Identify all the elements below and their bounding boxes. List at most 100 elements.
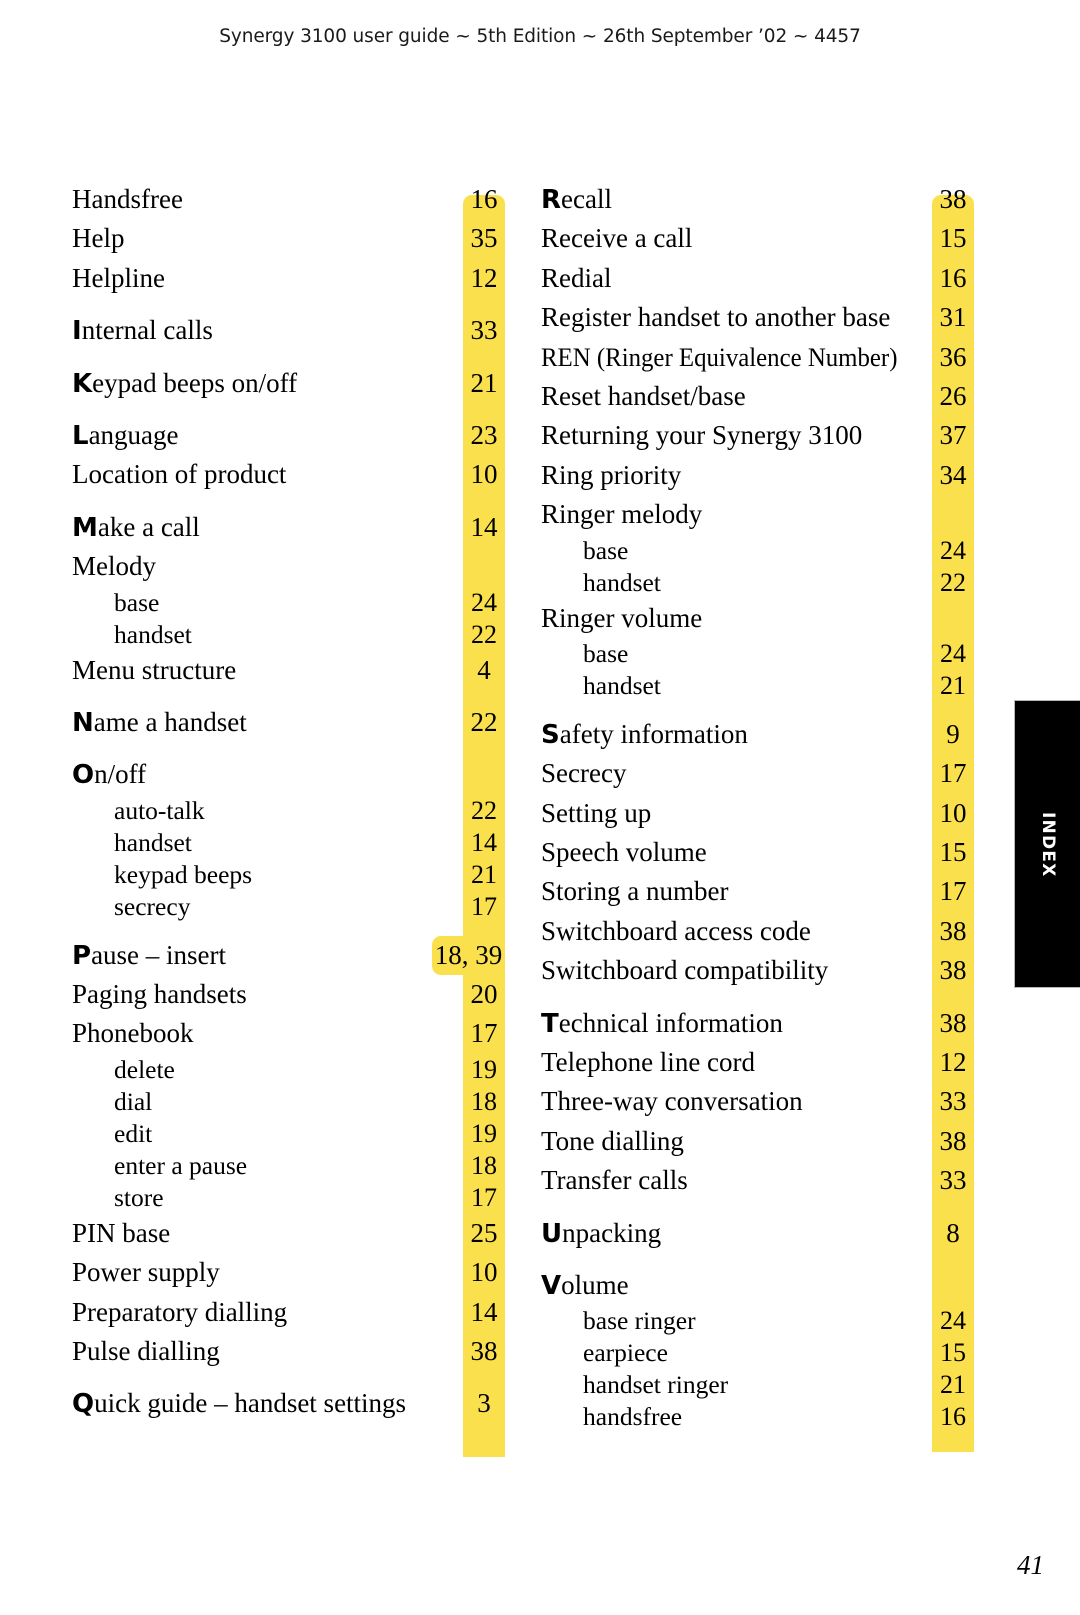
- index-entry-page-number[interactable]: 12: [463, 259, 505, 298]
- index-entry-row[interactable]: Pause – insert18, 39: [72, 936, 504, 975]
- index-entry-page-number[interactable]: 33: [463, 311, 505, 350]
- index-entry-row[interactable]: Quick guide – handset settings3: [72, 1384, 504, 1423]
- index-entry-page-number[interactable]: 36: [932, 338, 974, 377]
- index-entry-page-number[interactable]: 26: [932, 377, 974, 416]
- index-entry-page-number[interactable]: 14: [463, 1293, 505, 1332]
- index-entry-page-number[interactable]: 10: [463, 1253, 505, 1292]
- index-entry-row[interactable]: handset ringer21: [541, 1369, 973, 1401]
- index-entry-page-number[interactable]: 12: [932, 1043, 974, 1082]
- index-entry-row[interactable]: Handsfree16: [72, 180, 504, 219]
- index-entry-page-number[interactable]: 35: [463, 219, 505, 258]
- index-entry-row[interactable]: Receive a call15: [541, 219, 973, 258]
- index-entry-row[interactable]: Ring priority34: [541, 456, 973, 495]
- index-entry-row[interactable]: Safety information9: [541, 715, 973, 754]
- index-entry-row[interactable]: Phonebook17: [72, 1014, 504, 1053]
- index-entry-row[interactable]: Returning your Synergy 310037: [541, 416, 973, 455]
- index-entry-row[interactable]: Switchboard compatibility38: [541, 951, 973, 990]
- index-entry-row[interactable]: Name a handset22: [72, 703, 504, 742]
- index-entry-row[interactable]: Keypad beeps on/off21: [72, 364, 504, 403]
- index-entry-row[interactable]: Setting up10: [541, 794, 973, 833]
- index-entry-row[interactable]: handset21: [541, 670, 973, 702]
- index-entry-row[interactable]: Transfer calls33: [541, 1161, 973, 1200]
- index-entry-page-number[interactable]: 21: [463, 859, 505, 891]
- index-entry-page-number[interactable]: 16: [932, 1401, 974, 1433]
- index-entry-page-number[interactable]: 37: [932, 416, 974, 455]
- index-entry-page-number[interactable]: 9: [932, 715, 974, 754]
- index-entry-row[interactable]: Paging handsets20: [72, 975, 504, 1014]
- index-entry-row[interactable]: Redial16: [541, 259, 973, 298]
- index-entry-page-number[interactable]: 14: [463, 827, 505, 859]
- index-entry-page-number[interactable]: 14: [463, 508, 505, 547]
- index-entry-row[interactable]: Three-way conversation33: [541, 1082, 973, 1121]
- index-entry-page-number[interactable]: 15: [932, 833, 974, 872]
- index-entry-page-number[interactable]: 21: [932, 1369, 974, 1401]
- index-entry-page-number[interactable]: 24: [932, 1305, 974, 1337]
- index-entry-page-number[interactable]: 38: [932, 1122, 974, 1161]
- index-entry-page-number[interactable]: 17: [932, 754, 974, 793]
- index-entry-row[interactable]: base24: [541, 638, 973, 670]
- index-entry-page-number[interactable]: 22: [463, 703, 505, 742]
- index-entry-row[interactable]: Make a call14: [72, 508, 504, 547]
- index-entry-row[interactable]: base24: [541, 535, 973, 567]
- index-entry-page-number[interactable]: 33: [932, 1161, 974, 1200]
- index-entry-page-number[interactable]: 21: [932, 670, 974, 702]
- index-entry-row[interactable]: Power supply10: [72, 1253, 504, 1292]
- index-entry-row[interactable]: Language23: [72, 416, 504, 455]
- index-entry-page-number[interactable]: 31: [932, 298, 974, 337]
- index-entry-page-number[interactable]: 25: [463, 1214, 505, 1253]
- index-entry-row[interactable]: On/off: [72, 755, 504, 794]
- index-entry-row[interactable]: keypad beeps21: [72, 859, 504, 891]
- index-entry-page-number[interactable]: 8: [932, 1214, 974, 1253]
- index-entry-row[interactable]: secrecy17: [72, 891, 504, 923]
- index-entry-row[interactable]: Ringer melody: [541, 495, 973, 534]
- index-entry-row[interactable]: Volume: [541, 1266, 973, 1305]
- index-entry-page-number[interactable]: 38: [932, 1004, 974, 1043]
- index-entry-page-number[interactable]: 15: [932, 1337, 974, 1369]
- index-entry-row[interactable]: Ringer volume: [541, 599, 973, 638]
- index-entry-row[interactable]: store17: [72, 1182, 504, 1214]
- index-thumb-tab[interactable]: INDEX: [1014, 700, 1080, 988]
- index-entry-row[interactable]: handset22: [72, 619, 504, 651]
- index-entry-row[interactable]: Preparatory dialling14: [72, 1293, 504, 1332]
- index-entry-row[interactable]: handset14: [72, 827, 504, 859]
- index-entry-row[interactable]: auto-talk22: [72, 795, 504, 827]
- index-entry-page-number[interactable]: 20: [463, 975, 505, 1014]
- index-entry-page-number[interactable]: 24: [932, 638, 974, 670]
- index-entry-page-number[interactable]: 10: [932, 794, 974, 833]
- index-entry-row[interactable]: Register handset to another base31: [541, 298, 973, 337]
- index-entry-row[interactable]: Location of product10: [72, 455, 504, 494]
- index-entry-page-number[interactable]: 16: [932, 259, 974, 298]
- index-entry-row[interactable]: Helpline12: [72, 259, 504, 298]
- index-entry-page-number[interactable]: 18: [463, 1086, 505, 1118]
- index-entry-page-number[interactable]: 22: [932, 567, 974, 599]
- index-entry-page-number[interactable]: 22: [463, 795, 505, 827]
- index-entry-row[interactable]: edit19: [72, 1118, 504, 1150]
- index-entry-row[interactable]: handsfree16: [541, 1401, 973, 1433]
- index-entry-row[interactable]: base24: [72, 587, 504, 619]
- index-entry-row[interactable]: Help35: [72, 219, 504, 258]
- index-entry-page-number[interactable]: 18: [463, 1150, 505, 1182]
- index-entry-page-number[interactable]: 17: [463, 1014, 505, 1053]
- index-entry-row[interactable]: PIN base25: [72, 1214, 504, 1253]
- index-entry-page-number[interactable]: 33: [932, 1082, 974, 1121]
- index-entry-page-number[interactable]: 17: [463, 1182, 505, 1214]
- index-entry-row[interactable]: Secrecy17: [541, 754, 973, 793]
- index-entry-page-number[interactable]: 38: [932, 912, 974, 951]
- index-entry-page-number[interactable]: 17: [932, 872, 974, 911]
- index-entry-row[interactable]: handset22: [541, 567, 973, 599]
- index-entry-row[interactable]: Unpacking8: [541, 1214, 973, 1253]
- index-entry-row[interactable]: enter a pause18: [72, 1150, 504, 1182]
- index-entry-page-number[interactable]: 24: [463, 587, 505, 619]
- index-entry-page-number[interactable]: 15: [932, 219, 974, 258]
- index-entry-row[interactable]: Storing a number17: [541, 872, 973, 911]
- index-entry-row[interactable]: Pulse dialling38: [72, 1332, 504, 1371]
- index-entry-row[interactable]: Internal calls33: [72, 311, 504, 350]
- index-entry-row[interactable]: delete19: [72, 1054, 504, 1086]
- index-entry-row[interactable]: Telephone line cord12: [541, 1043, 973, 1082]
- index-entry-row[interactable]: Reset handset/base26: [541, 377, 973, 416]
- index-entry-row[interactable]: REN (Ringer Equivalence Number)36: [541, 338, 973, 377]
- index-entry-page-number[interactable]: 34: [932, 456, 974, 495]
- index-entry-page-number[interactable]: 22: [463, 619, 505, 651]
- index-entry-page-number[interactable]: 3: [463, 1384, 505, 1423]
- index-entry-page-number[interactable]: 16: [463, 180, 505, 219]
